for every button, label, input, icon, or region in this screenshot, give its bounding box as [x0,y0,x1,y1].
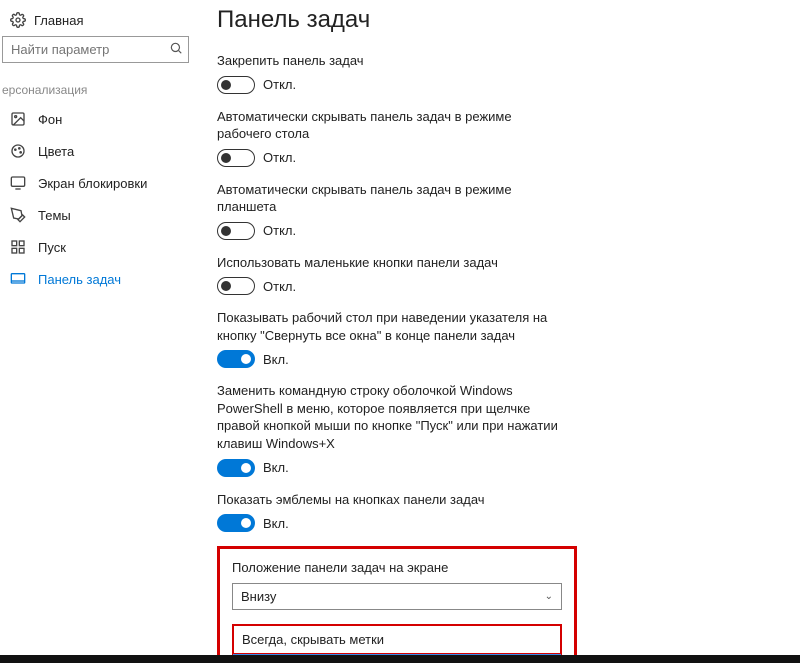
monitor-icon [10,175,26,191]
sidebar-item-colors[interactable]: Цвета [0,135,195,167]
setting-block: Закрепить панель задач Откл. [217,52,780,94]
toggle-state: Вкл. [263,516,289,531]
toggle-switch[interactable] [217,459,255,477]
setting-label: Показать эмблемы на кнопках панели задач [217,491,567,509]
sidebar-item-label: Пуск [38,240,66,255]
toggle-state: Откл. [263,150,296,165]
sidebar-item-label: Экран блокировки [38,176,147,191]
sidebar-item-taskbar[interactable]: Панель задач [0,263,195,295]
page-title: Панель задач [217,6,780,34]
combine-selected[interactable]: Всегда, скрывать метки [232,624,562,655]
toggle-switch[interactable] [217,222,255,240]
highlight-box: Положение панели задач на экране Внизу ⌄… [217,546,577,663]
sidebar-item-lockscreen[interactable]: Экран блокировки [0,167,195,199]
sidebar-item-label: Фон [38,112,62,127]
toggle-switch[interactable] [217,514,255,532]
sidebar-item-label: Панель задач [38,272,121,287]
search-icon [169,41,183,58]
setting-block: Автоматически скрывать панель задач в ре… [217,181,780,240]
toggle-state: Вкл. [263,352,289,367]
toggle-switch[interactable] [217,350,255,368]
setting-label: Заменить командную строку оболочкой Wind… [217,382,567,452]
toggle-state: Откл. [263,77,296,92]
setting-label: Показывать рабочий стол при наведении ук… [217,309,567,344]
sidebar-item-background[interactable]: Фон [0,103,195,135]
palette-icon [10,143,26,159]
position-dropdown[interactable]: Внизу ⌄ [232,583,562,610]
setting-block: Показывать рабочий стол при наведении ук… [217,309,780,368]
position-label: Положение панели задач на экране [232,559,562,577]
gear-icon [10,12,26,28]
toggle-switch[interactable] [217,277,255,295]
windows-taskbar[interactable] [0,655,800,663]
sidebar-item-label: Цвета [38,144,74,159]
sidebar-item-label: Темы [38,208,71,223]
setting-block: Использовать маленькие кнопки панели зад… [217,254,780,296]
toggle-switch[interactable] [217,149,255,167]
search-input[interactable] [2,36,189,63]
setting-label: Использовать маленькие кнопки панели зад… [217,254,567,272]
grid-icon [10,239,26,255]
setting-block: Показать эмблемы на кнопках панели задач… [217,491,780,533]
setting-label: Закрепить панель задач [217,52,567,70]
toggle-state: Откл. [263,279,296,294]
section-label: ерсонализация [0,79,195,103]
setting-block: Автоматически скрывать панель задач в ре… [217,108,780,167]
home-link[interactable]: Главная [0,8,195,36]
toggle-state: Откл. [263,223,296,238]
dropdown-value: Внизу [241,589,276,604]
home-label: Главная [34,13,83,28]
setting-label: Автоматически скрывать панель задач в ре… [217,181,567,216]
toggle-switch[interactable] [217,76,255,94]
setting-block: Заменить командную строку оболочкой Wind… [217,382,780,476]
sidebar-item-start[interactable]: Пуск [0,231,195,263]
image-icon [10,111,26,127]
toggle-state: Вкл. [263,460,289,475]
chevron-down-icon: ⌄ [545,591,553,602]
brush-icon [10,207,26,223]
sidebar-item-themes[interactable]: Темы [0,199,195,231]
taskbar-icon [10,271,26,287]
setting-label: Автоматически скрывать панель задач в ре… [217,108,567,143]
